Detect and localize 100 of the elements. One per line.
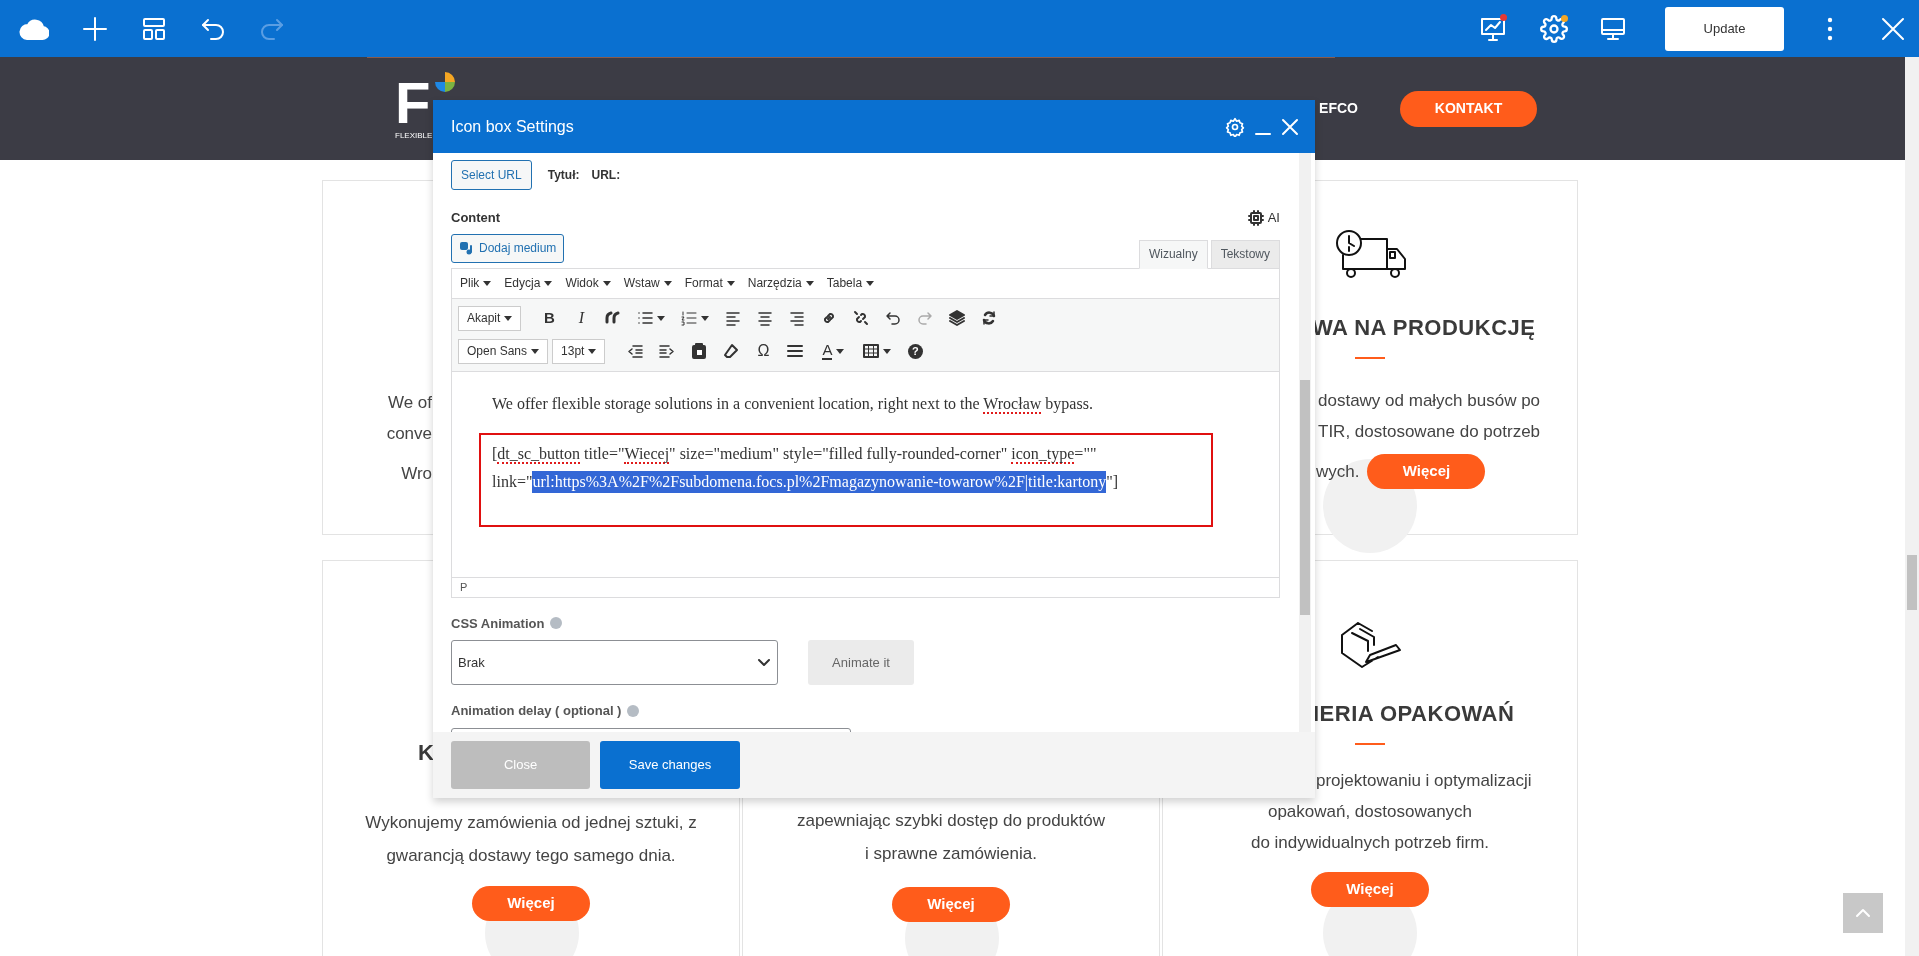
card-text: TIR, dostosowane do potrzeb: [1318, 421, 1542, 443]
card-text: gwarancją dostawy tego samego dnia.: [386, 845, 676, 867]
bold-button[interactable]: B: [543, 306, 555, 330]
more-options-icon[interactable]: [1827, 16, 1833, 41]
field-label: CSS Animation: [451, 614, 545, 633]
field-label: Tytuł:: [547, 167, 580, 184]
help-button[interactable]: ?: [907, 343, 923, 359]
editor-tab[interactable]: Tekstowy: [1210, 239, 1280, 269]
bulleted-list-icon[interactable]: [637, 310, 654, 326]
card-text: do indywidualnych potrzeb firm.: [1250, 832, 1490, 854]
caret-icon: [726, 280, 735, 286]
indent-icon[interactable]: [659, 343, 676, 359]
align-center-icon[interactable]: [757, 310, 774, 326]
info-icon: [627, 704, 640, 717]
card-text: Wykonujemy zamówienia od jednej sztuki, z: [365, 812, 697, 834]
editor-tab[interactable]: Wizualny: [1138, 239, 1208, 269]
caret-icon: [657, 315, 666, 321]
menu-item[interactable]: Format: [684, 274, 723, 292]
animate-button[interactable]: Animate it: [808, 640, 914, 685]
close-icon[interactable]: [1881, 16, 1905, 41]
caret-icon: [504, 315, 513, 321]
caret-icon: [663, 280, 672, 286]
font-select[interactable]: Open Sans: [458, 338, 549, 364]
section-label: Content: [451, 209, 501, 227]
accent-line: [1355, 743, 1385, 745]
animation-select[interactable]: Brak: [451, 640, 778, 685]
card-title: K: [418, 739, 435, 767]
select-url-button[interactable]: Select URL: [451, 160, 532, 190]
card-text: projektowaniu i optymalizacji: [1316, 770, 1533, 792]
nav-link[interactable]: EFCO: [1319, 98, 1358, 119]
shortcode-text: [dt_sc_button title="Wiecej" size="medium" style="filled fully-rounded-corner" icon_type="" link="url:https%3A%2F%2Fsubdomena.focs.pl%2Fmagazynowanie-towarow%2F|title:kartony"]: [492, 439, 1119, 496]
logo-tagline: FLEXIBLE: [395, 130, 433, 141]
quote-icon[interactable]: [605, 310, 622, 326]
dialog-scrollbar[interactable]: [1299, 153, 1311, 732]
card-text: dostawy od małych busów po: [1318, 390, 1542, 412]
accent-line: [1355, 357, 1385, 359]
page-scrollbar[interactable]: [1905, 57, 1919, 956]
caret-icon: [483, 280, 492, 286]
logo-mark: [434, 70, 457, 93]
caret-icon: [602, 280, 611, 286]
card-text: wych.: [1316, 461, 1360, 483]
caret-icon: [544, 280, 553, 286]
save-button[interactable]: Save changes: [600, 741, 740, 789]
caret-icon: [866, 280, 875, 286]
element-path: P: [460, 579, 468, 595]
refresh-icon[interactable]: [981, 310, 998, 326]
card-text: Wro: [401, 463, 432, 485]
chevron-down-icon: [757, 657, 771, 668]
eraser-icon[interactable]: [723, 343, 740, 359]
card-title: IERIA OPAKOWAŃ: [1313, 700, 1516, 728]
truck-icon: [1335, 229, 1407, 281]
numbered-list-icon[interactable]: [681, 310, 698, 326]
menu-item[interactable]: Widok: [565, 274, 599, 292]
menu-item[interactable]: Plik: [460, 274, 480, 292]
menu-item[interactable]: Narzędzia: [747, 274, 802, 292]
caret-icon: [531, 348, 540, 354]
text-color-button[interactable]: A: [822, 342, 833, 360]
menu-item[interactable]: Edycja: [504, 274, 541, 292]
ai-label[interactable]: AI: [1267, 208, 1280, 228]
plus-icon[interactable]: [82, 15, 108, 42]
menu-item[interactable]: Wstaw: [623, 274, 660, 292]
card-text: conve: [386, 423, 432, 445]
info-icon: [550, 617, 563, 630]
caret-icon: [588, 348, 597, 354]
logo-letter: F: [395, 76, 431, 129]
field-label: Animation delay ( optional ): [451, 702, 622, 720]
add-media-button[interactable]: Dodaj medium: [451, 233, 565, 263]
box-pencil-icon: [1338, 619, 1402, 671]
media-icon: [459, 241, 473, 255]
card-text: opakowań, dostosowanych: [1267, 801, 1473, 823]
align-right-icon[interactable]: [789, 310, 806, 326]
chip-icon[interactable]: [1247, 209, 1264, 226]
close-icon[interactable]: [1281, 117, 1299, 136]
align-left-icon[interactable]: [725, 310, 742, 326]
menu-item[interactable]: Tabela: [826, 274, 863, 292]
dialog-title: Icon box Settings: [451, 116, 574, 137]
caret-icon: [701, 315, 710, 321]
horizontal-line-icon[interactable]: [787, 343, 804, 359]
layers-icon[interactable]: [949, 310, 966, 326]
card-text: zapewniając szybki dostęp do produktów: [796, 810, 1106, 832]
settings-icon[interactable]: [1540, 14, 1568, 43]
card-text: i sprawne zamówienia.: [865, 843, 1037, 865]
field-label: URL:: [591, 167, 621, 184]
settings-icon[interactable]: [1225, 116, 1245, 137]
italic-button[interactable]: I: [578, 306, 584, 330]
chevron-up-icon: [1855, 908, 1871, 918]
editor-paragraph: We offer flexible storage solutions in a convenient location, right next to the Wrocław bypass.: [492, 393, 1093, 416]
card-text: We of: [387, 392, 432, 414]
clipboard-icon[interactable]: [691, 343, 708, 359]
outdent-icon[interactable]: [627, 343, 644, 359]
table-icon[interactable]: [863, 343, 880, 359]
layout-icon[interactable]: [141, 15, 167, 42]
font-size-select[interactable]: 13pt: [552, 338, 606, 364]
format-select[interactable]: Akapit: [458, 305, 522, 331]
caret-icon: [805, 280, 814, 286]
unlink-icon[interactable]: [853, 310, 870, 326]
update-button[interactable]: Update: [1665, 6, 1784, 51]
special-character-button[interactable]: Ω: [757, 339, 770, 363]
caret-icon: [883, 348, 892, 354]
undo-icon[interactable]: [885, 310, 902, 326]
